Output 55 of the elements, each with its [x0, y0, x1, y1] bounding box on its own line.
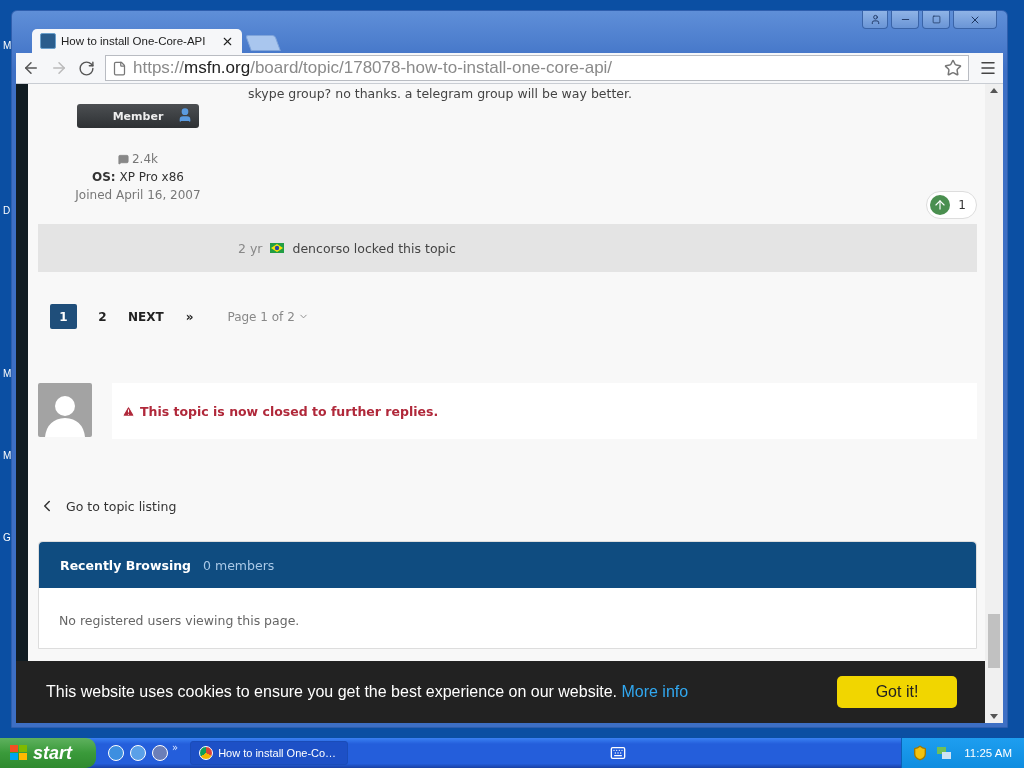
new-tab-button[interactable]: [245, 35, 281, 51]
minimize-button[interactable]: [891, 11, 919, 29]
profile-button[interactable]: [862, 11, 888, 29]
back-link[interactable]: Go to topic listing: [38, 497, 977, 515]
empty-message: No registered users viewing this page.: [58, 612, 301, 630]
panel-title: Recently Browsing: [60, 557, 192, 573]
site-favicon-icon: [40, 33, 56, 49]
reaction-button[interactable]: 1: [926, 191, 977, 219]
warning-icon: [122, 404, 135, 418]
security-shield-icon[interactable]: [912, 745, 929, 761]
windows-logo-icon: [10, 745, 28, 761]
closed-notice: This topic is now closed to further replies.: [112, 383, 977, 439]
reload-icon[interactable]: [78, 59, 95, 77]
desktop-icon-label: G: [3, 532, 11, 543]
browser-tab[interactable]: How to install One-Core-API: [32, 29, 242, 53]
rank-badge: Member: [77, 104, 199, 128]
member-figure-icon: [177, 107, 193, 123]
address-bar[interactable]: https://msfn.org/board/topic/178078-how-to-install-one-core-api/: [105, 55, 969, 81]
joined-date: Joined April 16, 2007: [75, 188, 201, 202]
desktop-icon-label: M: [3, 450, 12, 461]
keyboard-icon[interactable]: [609, 745, 626, 761]
page-link[interactable]: 2: [89, 304, 116, 329]
desktop-icon-label: M: [3, 40, 12, 51]
desktop-icon-label: M: [3, 368, 12, 379]
clock: 11:25 AM: [964, 747, 1012, 759]
flag-icon: [270, 243, 285, 253]
more-info-link[interactable]: More info: [621, 683, 689, 700]
maximize-button[interactable]: [922, 11, 950, 29]
back-icon[interactable]: [22, 59, 40, 77]
event-text: dencorso locked this topic: [292, 240, 456, 256]
start-button[interactable]: start: [0, 738, 96, 768]
cookie-message: This website uses cookies to ensure you get the best experience on our website. More info: [46, 683, 690, 701]
close-button[interactable]: [953, 11, 997, 29]
member-count: 0 members: [203, 557, 275, 573]
user-icon: [869, 14, 881, 25]
speech-bubble-icon: [117, 153, 129, 165]
post-count: 2.4k: [117, 152, 158, 166]
last-page-link[interactable]: »: [185, 309, 194, 324]
os-info: OS: XP Pro x86: [92, 170, 184, 184]
maximize-icon: [931, 15, 941, 24]
next-link[interactable]: NEXT: [128, 309, 164, 324]
post-text: skype group? no thanks. a telegram group will be way better.: [248, 86, 633, 101]
more-icons-chevron[interactable]: »: [172, 742, 179, 753]
upvote-icon: [930, 195, 951, 215]
menu-icon[interactable]: [979, 59, 997, 77]
avatar-icon: [38, 383, 92, 437]
scrollbar[interactable]: [985, 84, 1003, 723]
page-link[interactable]: 1: [50, 304, 77, 329]
taskbar-window-button[interactable]: How to install One-Co…: [190, 741, 349, 765]
desktop-icon-label: D: [3, 205, 11, 216]
event-time: 2 yr: [238, 240, 263, 256]
network-icon[interactable]: [936, 745, 953, 761]
page-icon: [112, 60, 127, 76]
bookmark-star-icon[interactable]: [944, 59, 962, 77]
accept-button[interactable]: Got it!: [837, 676, 957, 708]
